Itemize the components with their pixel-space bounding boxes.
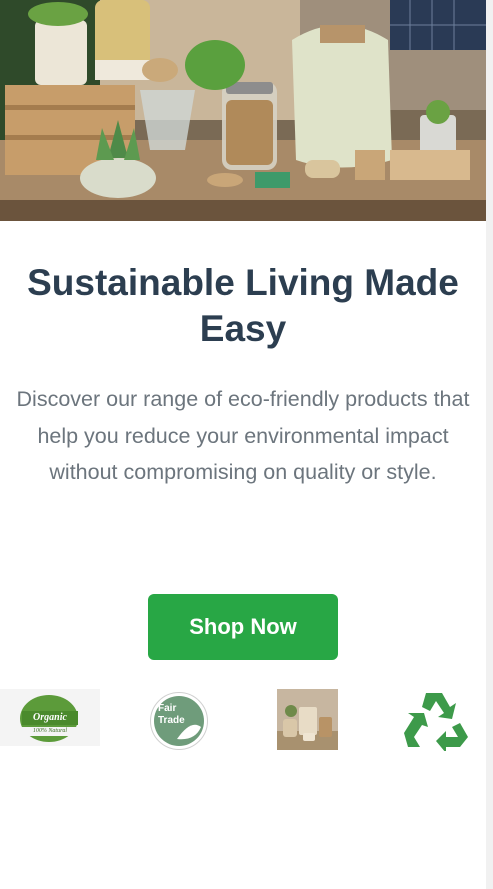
organic-badge: Organic 100% Natural — [0, 689, 100, 746]
page-title: Sustainable Living Made Easy — [0, 260, 486, 352]
page-title-line2: Easy — [199, 308, 287, 349]
recycle-icon — [400, 689, 472, 753]
page-title-line1: Sustainable Living Made — [27, 262, 459, 303]
eco-products-thumbnail — [277, 689, 338, 750]
organic-badge-title: Organic — [22, 711, 78, 725]
scrollbar-track[interactable] — [486, 0, 493, 889]
hero-image — [0, 0, 486, 221]
shop-now-button[interactable]: Shop Now — [148, 594, 338, 660]
leaf-icon — [177, 724, 201, 740]
fair-trade-badge: Fair Trade — [150, 692, 208, 750]
organic-badge-subtitle: 100% Natural — [22, 727, 78, 736]
hero-description: Discover our range of eco-friendly produ… — [16, 387, 470, 484]
eco-products-image — [277, 689, 338, 750]
